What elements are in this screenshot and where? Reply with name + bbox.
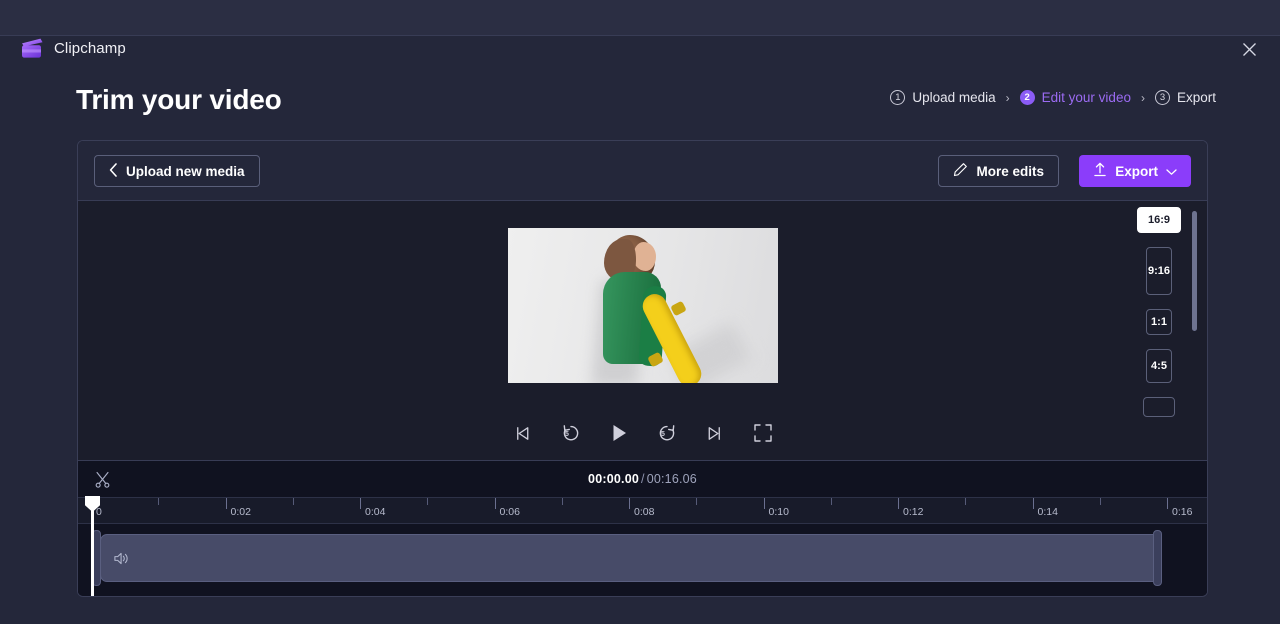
breadcrumb-step-edit-your-video[interactable]: 2 Edit your video (1019, 90, 1131, 105)
timecode-display: 00:00.00/00:16.06 (78, 472, 1207, 486)
ruler-tick-label: 0:14 (1037, 506, 1058, 518)
step-number: 2 (1019, 90, 1035, 105)
ruler-tick-label: 0:16 (1172, 506, 1193, 518)
ruler-tick-minor (696, 498, 698, 505)
aspect-ratio-list: 16:9 9:16 1:1 4:5 (1123, 201, 1195, 417)
app-brand: Clipchamp (20, 36, 126, 60)
breadcrumb-step-upload-media[interactable]: 1 Upload media (890, 90, 996, 105)
ruler-tick-label: 0:12 (903, 506, 924, 518)
chevron-down-icon (1166, 164, 1177, 179)
aspect-ratio-1-1[interactable]: 1:1 (1146, 309, 1172, 335)
timeline: 00:00.00/00:16.06 0 0:02 0:04 0:06 0:08 0:10 0… (78, 460, 1207, 596)
ruler-tick-major (763, 498, 765, 509)
ruler-tick-major (898, 498, 899, 509)
skip-to-start-button[interactable] (509, 419, 537, 447)
export-button[interactable]: Export (1079, 155, 1191, 187)
editor-card: Upload new media More edits Export 5 5 1… (77, 140, 1208, 597)
preview-face (633, 242, 656, 271)
ruler-tick-minor (830, 498, 832, 505)
timeline-track (78, 524, 1207, 595)
ruler-tick-label: 0:10 (768, 506, 789, 518)
ruler-tick-minor (158, 498, 160, 505)
ruler-tick-label: 0:08 (634, 506, 655, 518)
aspect-ratio-4-5[interactable]: 4:5 (1146, 349, 1172, 383)
timecode-separator: / (641, 472, 645, 486)
rewind-5-button[interactable]: 5 (557, 419, 585, 447)
aspect-ratio-panel: 16:9 9:16 1:1 4:5 (1123, 201, 1207, 460)
upload-new-media-button[interactable]: Upload new media (94, 155, 260, 187)
editor-toolbar: Upload new media More edits Export (78, 141, 1207, 201)
timeline-header: 00:00.00/00:16.06 (78, 461, 1207, 497)
more-edits-label: More edits (976, 163, 1044, 179)
close-icon[interactable] (1234, 36, 1264, 62)
breadcrumb: 1 Upload media › 2 Edit your video › 3 E… (890, 90, 1216, 105)
playback-controls: 5 5 (78, 419, 1207, 447)
forward-5-button[interactable]: 5 (653, 419, 681, 447)
ruler-tick-major (629, 498, 630, 509)
pencil-icon (953, 162, 968, 180)
ruler-tick-label: 0:02 (230, 506, 251, 518)
ruler-tick-major (360, 498, 361, 509)
ruler-tick-label: 0:06 (499, 506, 520, 518)
page-title: Trim your video (76, 84, 282, 115)
skip-to-end-button[interactable] (701, 419, 729, 447)
playhead[interactable] (85, 496, 100, 596)
play-button[interactable] (605, 419, 633, 447)
breadcrumb-step-export[interactable]: 3 Export (1154, 90, 1216, 105)
step-label: Edit your video (1041, 90, 1131, 105)
clapperboard-icon (20, 37, 44, 59)
step-number: 3 (1154, 90, 1170, 105)
ruler-tick-major (494, 498, 496, 509)
title-bar (0, 0, 1280, 36)
more-edits-button[interactable]: More edits (938, 155, 1059, 187)
video-preview[interactable] (508, 228, 778, 383)
ruler-tick-minor (1099, 498, 1101, 505)
export-label: Export (1115, 163, 1158, 179)
current-time: 00:00.00 (588, 472, 639, 486)
step-label: Upload media (912, 90, 996, 105)
speaker-icon[interactable] (112, 549, 130, 567)
ruler-tick-major (1167, 498, 1168, 509)
aspect-ratio-16-9[interactable]: 16:9 (1137, 207, 1181, 233)
aspect-ratio-next-partial[interactable] (1143, 397, 1175, 417)
ruler-tick-minor (965, 498, 967, 505)
step-number: 1 (890, 90, 906, 105)
timeline-clip[interactable] (100, 534, 1160, 582)
step-label: Export (1176, 90, 1216, 105)
fullscreen-button[interactable] (749, 419, 777, 447)
upload-arrow-icon (1093, 162, 1107, 180)
ruler-tick-major (225, 498, 227, 509)
ruler-tick-major (1032, 498, 1034, 509)
timeline-ruler[interactable]: 0 0:02 0:04 0:06 0:08 0:10 0:12 0:14 0:16 (78, 497, 1207, 524)
aspect-ratio-scrollbar-thumb[interactable] (1192, 211, 1197, 331)
upload-new-media-label: Upload new media (126, 163, 245, 179)
trim-handle-right[interactable] (1153, 530, 1162, 586)
chevron-left-icon (109, 162, 118, 180)
aspect-ratio-9-16[interactable]: 9:16 (1146, 247, 1172, 295)
aspect-ratio-scrollbar[interactable] (1192, 211, 1197, 451)
preview-stage: 5 5 16:9 9:16 1:1 4:5 (78, 201, 1207, 460)
chevron-right-icon: › (1140, 90, 1145, 105)
total-time: 00:16.06 (646, 472, 697, 486)
ruler-tick-minor (427, 498, 429, 505)
ruler-tick-minor (292, 498, 294, 505)
ruler-tick-label: 0:04 (365, 506, 386, 518)
chevron-right-icon: › (1005, 90, 1010, 105)
ruler-tick-minor (561, 498, 563, 505)
app-name: Clipchamp (54, 39, 126, 57)
